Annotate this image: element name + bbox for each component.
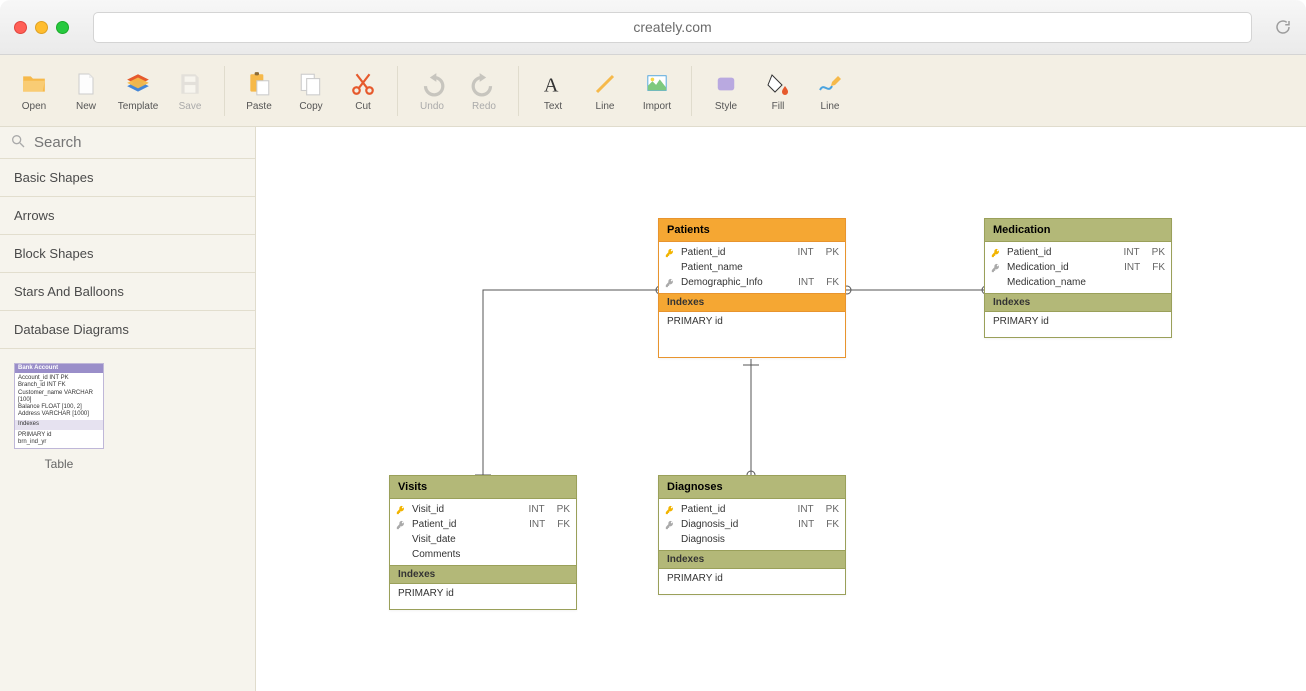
paste-button[interactable]: Paste <box>233 60 285 122</box>
key-icon <box>991 263 1001 273</box>
entity-row: Diagnosis_id INT FK <box>659 517 845 532</box>
cut-button[interactable]: Cut <box>337 60 389 122</box>
entity-medication[interactable]: Medication Patient_id INT PK Medication_… <box>984 218 1172 338</box>
thumb-title: Bank Account <box>15 364 103 373</box>
window-controls <box>14 21 69 34</box>
text-tool-button[interactable]: A Text <box>527 60 579 122</box>
indexes-header: Indexes <box>390 565 576 584</box>
line-style-button[interactable]: Line <box>804 60 856 122</box>
toolbar-separator <box>224 66 225 116</box>
panel-basic-shapes[interactable]: Basic Shapes <box>0 159 255 197</box>
url-bar[interactable]: creately.com <box>93 12 1252 43</box>
entity-row: Medication_id INT FK <box>985 260 1171 275</box>
canvas[interactable]: Patients Patient_id INT PK Patient_name … <box>256 127 1306 691</box>
entity-row: Patient_name <box>659 260 845 275</box>
text-icon: A <box>538 70 568 98</box>
template-button[interactable]: Template <box>112 60 164 122</box>
svg-text:A: A <box>544 74 559 96</box>
browser-chrome: creately.com <box>0 0 1306 55</box>
entity-row: Visit_date <box>390 532 576 547</box>
entity-diagnoses[interactable]: Diagnoses Patient_id INT PK Diagnosis_id… <box>658 475 846 595</box>
line-pencil-icon <box>815 70 845 98</box>
key-icon <box>665 505 675 515</box>
file-icon <box>71 70 101 98</box>
redo-button[interactable]: Redo <box>458 60 510 122</box>
main-area: Basic Shapes Arrows Block Shapes Stars A… <box>0 127 1306 691</box>
search-row <box>0 127 255 159</box>
copy-icon <box>296 70 326 98</box>
toolbar-separator <box>691 66 692 116</box>
entity-row: Visit_id INT PK <box>390 502 576 517</box>
import-button[interactable]: Import <box>631 60 683 122</box>
entity-title: Diagnoses <box>659 476 845 499</box>
import-icon <box>642 70 672 98</box>
minimize-window-button[interactable] <box>35 21 48 34</box>
paste-icon <box>244 70 274 98</box>
close-window-button[interactable] <box>14 21 27 34</box>
key-icon <box>396 520 406 530</box>
indexes-header: Indexes <box>985 293 1171 312</box>
search-input[interactable] <box>34 134 245 151</box>
style-button[interactable]: Style <box>700 60 752 122</box>
entity-row: Diagnosis <box>659 532 845 547</box>
index-row: PRIMARY id <box>985 312 1171 337</box>
panel-database-diagrams[interactable]: Database Diagrams <box>0 311 255 349</box>
undo-icon <box>417 70 447 98</box>
toolbar: Open New Template Save Paste Copy Cut <box>0 55 1306 127</box>
style-icon <box>711 70 741 98</box>
maximize-window-button[interactable] <box>56 21 69 34</box>
entity-row: Comments <box>390 547 576 562</box>
thumb-label: Table <box>14 457 104 471</box>
entity-title: Patients <box>659 219 845 242</box>
redo-icon <box>469 70 499 98</box>
entity-row: Demographic_Info INT FK <box>659 275 845 290</box>
table-shape-thumb[interactable]: Bank Account Account_id INT PK Branch_id… <box>14 363 104 471</box>
key-icon <box>396 505 406 515</box>
entity-title: Medication <box>985 219 1171 242</box>
url-text: creately.com <box>633 19 711 35</box>
template-icon <box>123 70 153 98</box>
entity-row: Patient_id INT PK <box>659 245 845 260</box>
entity-row: Patient_id INT PK <box>659 502 845 517</box>
save-button[interactable]: Save <box>164 60 216 122</box>
indexes-header: Indexes <box>659 293 845 312</box>
new-button[interactable]: New <box>60 60 112 122</box>
entity-row: Medication_name <box>985 275 1171 290</box>
key-icon <box>665 520 675 530</box>
reload-icon[interactable] <box>1274 18 1292 36</box>
entity-row: Patient_id INT FK <box>390 517 576 532</box>
indexes-header: Indexes <box>659 550 845 569</box>
panel-block-shapes[interactable]: Block Shapes <box>0 235 255 273</box>
entity-visits[interactable]: Visits Visit_id INT PK Patient_id INT FK… <box>389 475 577 610</box>
fill-icon <box>763 70 793 98</box>
open-button[interactable]: Open <box>8 60 60 122</box>
entity-row: Patient_id INT PK <box>985 245 1171 260</box>
fill-button[interactable]: Fill <box>752 60 804 122</box>
toolbar-separator <box>397 66 398 116</box>
folder-open-icon <box>19 70 49 98</box>
panel-arrows[interactable]: Arrows <box>0 197 255 235</box>
key-icon <box>991 248 1001 258</box>
cut-icon <box>348 70 378 98</box>
search-icon <box>10 133 26 152</box>
undo-button[interactable]: Undo <box>406 60 458 122</box>
index-row: PRIMARY id <box>659 312 845 337</box>
save-icon <box>175 70 205 98</box>
key-icon <box>665 278 675 288</box>
sidebar: Basic Shapes Arrows Block Shapes Stars A… <box>0 127 256 691</box>
toolbar-separator <box>518 66 519 116</box>
entity-title: Visits <box>390 476 576 499</box>
index-row: PRIMARY id <box>390 584 576 609</box>
index-row: PRIMARY id <box>659 569 845 594</box>
shape-preview-area: Bank Account Account_id INT PK Branch_id… <box>0 349 255 485</box>
line-icon <box>590 70 620 98</box>
entity-patients[interactable]: Patients Patient_id INT PK Patient_name … <box>658 218 846 358</box>
panel-stars-balloons[interactable]: Stars And Balloons <box>0 273 255 311</box>
copy-button[interactable]: Copy <box>285 60 337 122</box>
line-tool-button[interactable]: Line <box>579 60 631 122</box>
key-icon <box>665 248 675 258</box>
